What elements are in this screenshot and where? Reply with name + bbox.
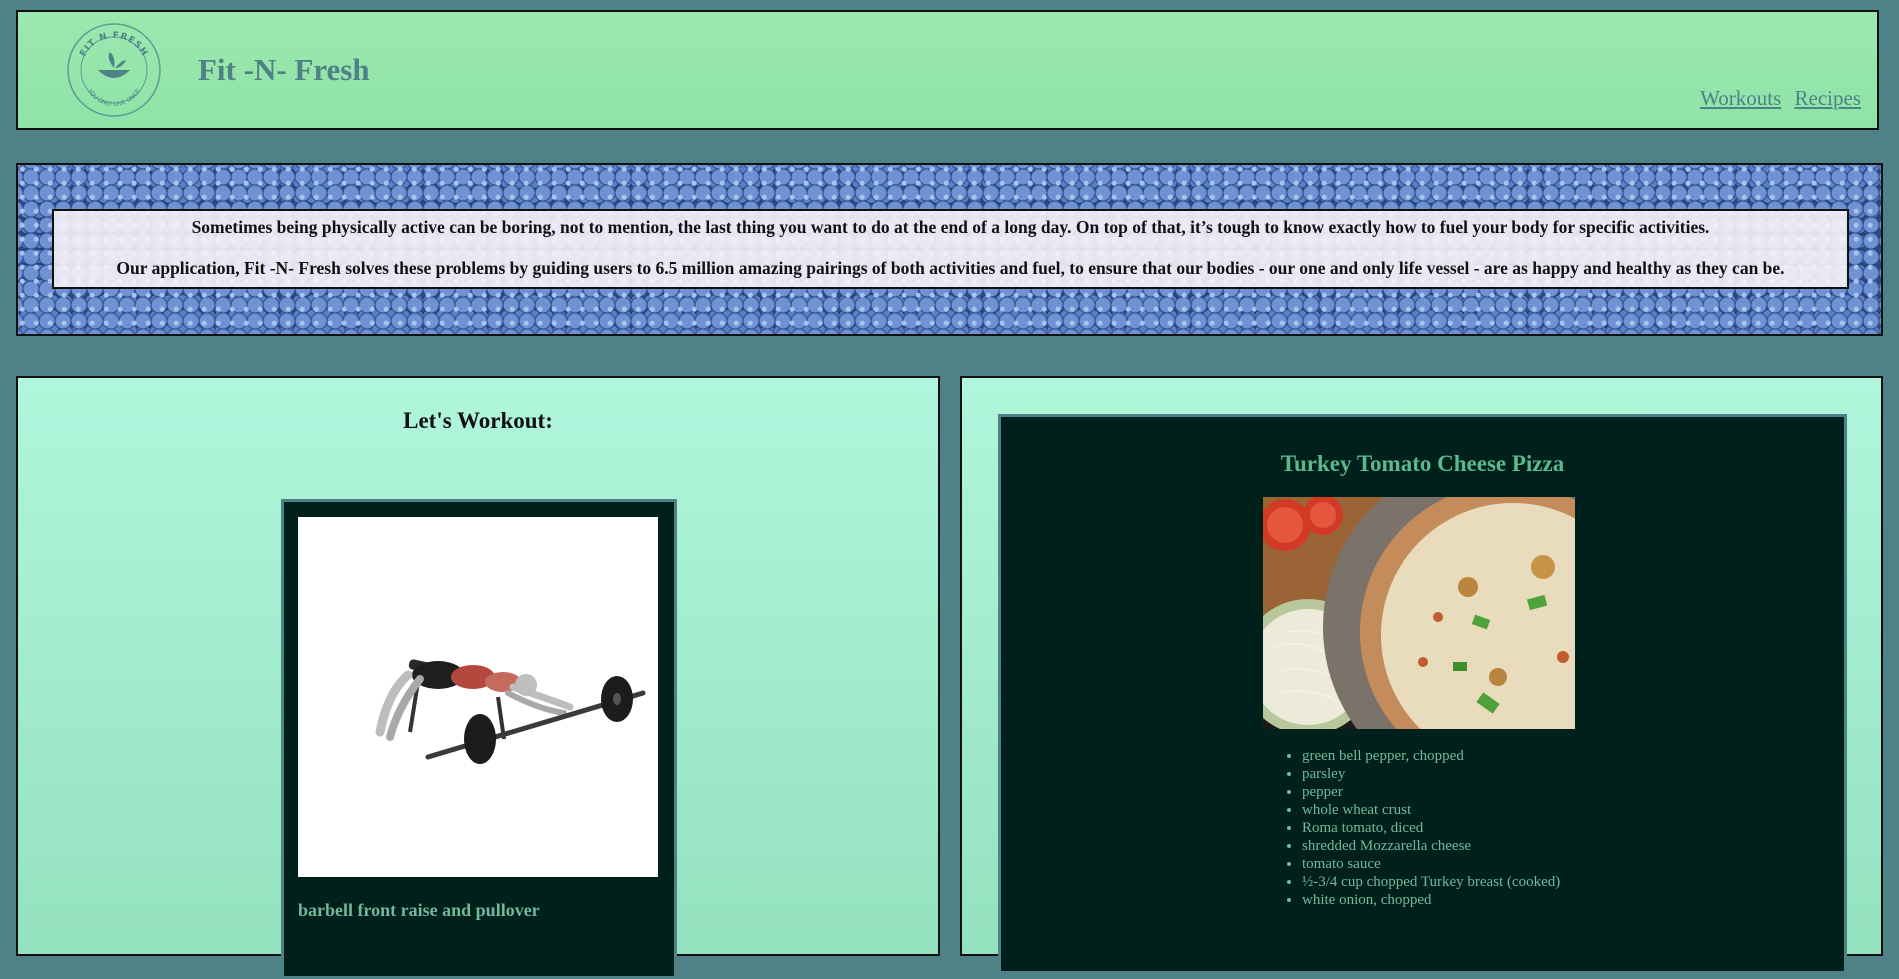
list-item: shredded Mozzarella cheese <box>1302 837 1560 855</box>
list-item: green bell pepper, chopped <box>1302 747 1560 765</box>
list-item: whole wheat crust <box>1302 801 1560 819</box>
logo-text-bottom: YOU ONLY LIVE ONCE <box>85 87 142 108</box>
main-nav: Workouts Recipes <box>1692 86 1861 111</box>
list-item: pepper <box>1302 783 1560 801</box>
nav-link-workouts[interactable]: Workouts <box>1700 86 1781 110</box>
recipe-title: Turkey Tomato Cheese Pizza <box>1280 451 1565 476</box>
workout-illustration <box>298 517 658 877</box>
logo-text-top: FIT N FRESH <box>79 31 149 59</box>
site-header: FIT N FRESH YOU ONLY LIVE ONCE Fit -N- F… <box>16 10 1879 130</box>
site-title: Fit -N- Fresh <box>198 52 370 87</box>
ingredient-list: green bell pepper, chopped parsley peppe… <box>1263 747 1560 909</box>
intro-paragraph-2: Our application, Fit -N- Fresh solves th… <box>116 258 1785 278</box>
brand-logo: FIT N FRESH YOU ONLY LIVE ONCE <box>66 22 162 118</box>
list-item: parsley <box>1302 765 1560 783</box>
intro-text-box: Sometimes being physically active can be… <box>52 209 1849 289</box>
workout-panel: Let's Workout: barbell front raise and p… <box>16 376 940 979</box>
svg-text:FIT N FRESH: FIT N FRESH <box>79 31 150 59</box>
recipe-panel: Turkey Tomato Cheese Pizza • green bell … <box>960 376 1883 974</box>
list-item: tomato sauce <box>1302 855 1560 873</box>
nav-link-recipes[interactable]: Recipes <box>1795 86 1861 110</box>
intro-banner: Sometimes being physically active can be… <box>16 163 1883 336</box>
list-item: Roma tomato, diced <box>1302 819 1560 837</box>
list-item: ½-3/4 cup chopped Turkey breast (cooked) <box>1302 873 1560 891</box>
recipe-photo <box>1263 497 1575 729</box>
list-item: white onion, chopped <box>1302 891 1560 909</box>
svg-text:YOU ONLY LIVE ONCE: YOU ONLY LIVE ONCE <box>85 87 142 108</box>
intro-paragraph-1: Sometimes being physically active can be… <box>191 217 1710 237</box>
recipe-card[interactable]: Turkey Tomato Cheese Pizza • green bell … <box>998 414 1847 974</box>
workout-heading: Let's Workout: <box>403 408 553 433</box>
workout-card[interactable]: barbell front raise and pullover <box>281 499 677 979</box>
workout-name: barbell front raise and pullover <box>298 900 540 920</box>
